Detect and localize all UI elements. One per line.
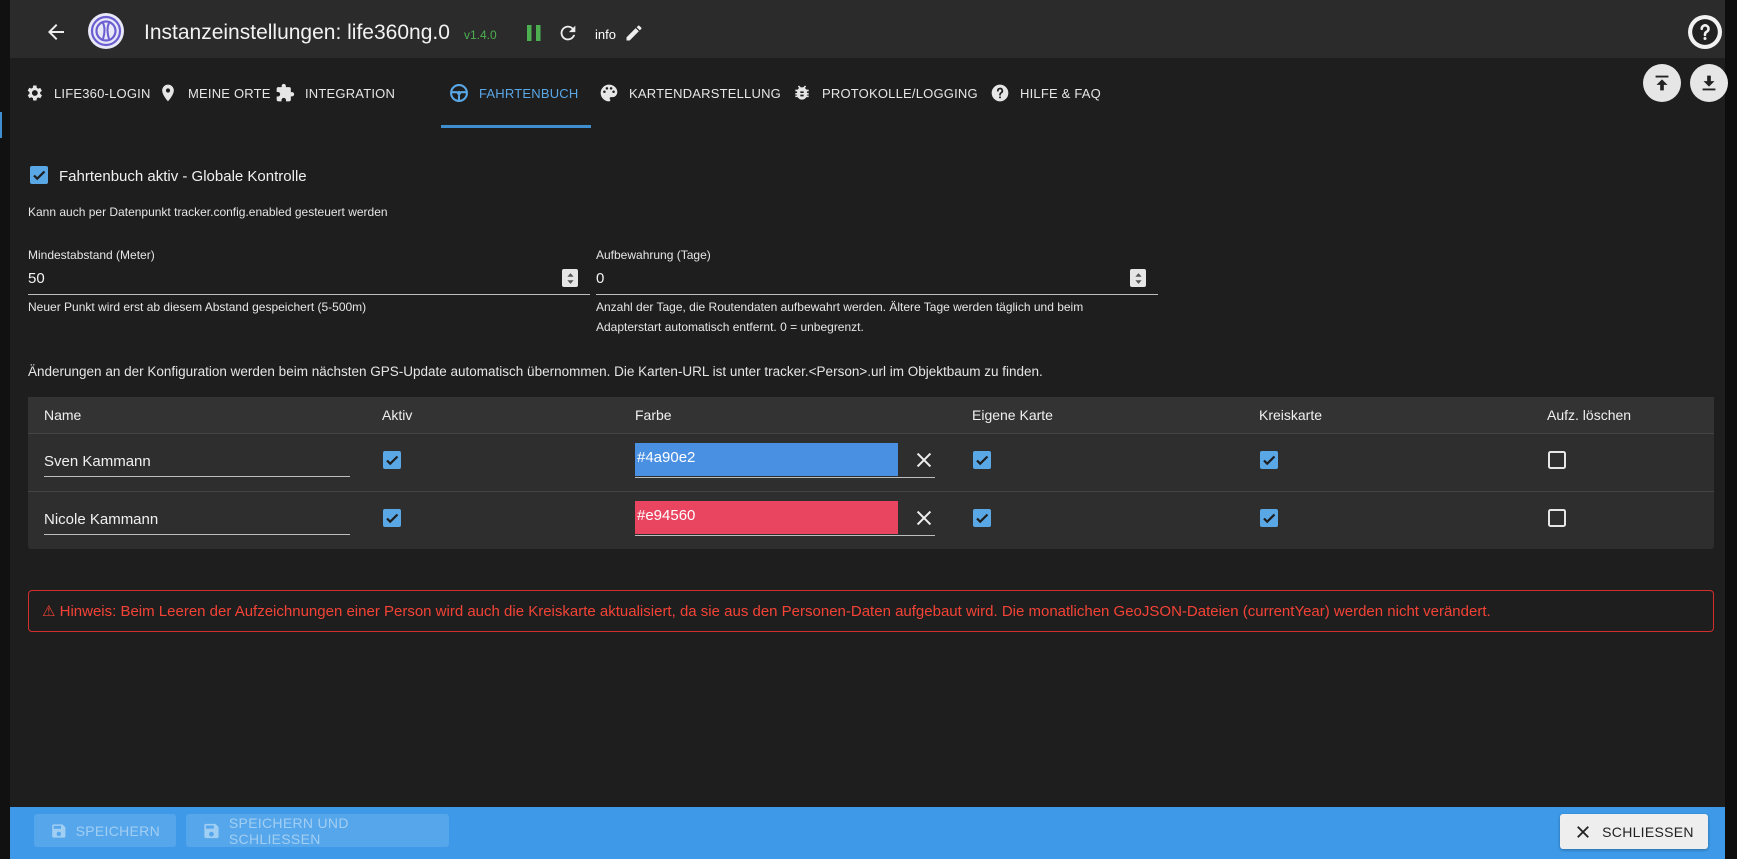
save-and-close-button[interactable]: SPEICHERN UND SCHLIESSEN bbox=[186, 814, 449, 847]
steering-wheel-icon bbox=[450, 84, 468, 102]
pause-icon[interactable] bbox=[525, 24, 543, 42]
info-label: info bbox=[595, 27, 616, 42]
tab-kartendarstellung[interactable]: KARTENDARSTELLUNG bbox=[599, 58, 781, 128]
person-name-input[interactable]: Sven Kammann bbox=[44, 453, 151, 470]
retention-label: Aufbewahrung (Tage) bbox=[596, 248, 711, 262]
name-underline bbox=[44, 476, 350, 477]
left-window-edge bbox=[0, 0, 10, 859]
tab-protokolle-logging[interactable]: PROTOKOLLE/LOGGING bbox=[792, 58, 978, 128]
color-input[interactable]: #4a90e2 bbox=[635, 443, 898, 476]
close-icon[interactable] bbox=[913, 449, 935, 471]
name-underline bbox=[44, 534, 350, 535]
column-header-name: Name bbox=[44, 407, 82, 423]
retention-help-line2: Adapterstart automatisch entfernt. 0 = u… bbox=[596, 320, 864, 334]
aktiv-checkbox[interactable] bbox=[382, 450, 402, 470]
distance-underline bbox=[28, 294, 590, 295]
kreiskarte-checkbox[interactable] bbox=[1259, 508, 1279, 528]
kreiskarte-checkbox[interactable] bbox=[1259, 450, 1279, 470]
config-notice: Änderungen an der Konfiguration werden b… bbox=[28, 364, 1043, 379]
retention-help-line1: Anzahl der Tage, die Routendaten aufbewa… bbox=[596, 300, 1084, 314]
retention-input[interactable]: 0 bbox=[596, 270, 604, 287]
download-config-button[interactable] bbox=[1690, 64, 1728, 102]
column-header-kreiskarte: Kreiskarte bbox=[1259, 407, 1323, 423]
upload-icon bbox=[1655, 75, 1669, 91]
help-circle-icon bbox=[991, 84, 1009, 102]
distance-label: Mindestabstand (Meter) bbox=[28, 248, 155, 262]
right-window-edge bbox=[1725, 0, 1737, 859]
gear-icon bbox=[27, 85, 42, 101]
eigene-karte-checkbox[interactable] bbox=[972, 450, 992, 470]
tab-label: KARTENDARSTELLUNG bbox=[629, 85, 781, 101]
version-label: v1.4.0 bbox=[464, 28, 497, 42]
distance-stepper[interactable] bbox=[562, 269, 578, 287]
close-icon[interactable] bbox=[913, 507, 935, 529]
aufz-loeschen-checkbox[interactable] bbox=[1547, 508, 1567, 528]
column-header-aufz-loeschen: Aufz. löschen bbox=[1547, 407, 1632, 423]
fahrtenbuch-active-label: Fahrtenbuch aktiv - Globale Kontrolle bbox=[59, 168, 307, 185]
help-circle-icon bbox=[1692, 19, 1718, 45]
stepper-arrows-icon bbox=[1134, 272, 1142, 284]
column-header-farbe: Farbe bbox=[635, 407, 672, 423]
tab-life360-login[interactable]: LIFE360-LOGIN bbox=[24, 58, 151, 128]
save-button[interactable]: SPEICHERN bbox=[34, 814, 176, 847]
pencil-icon[interactable] bbox=[624, 23, 644, 43]
tab-meine-orte[interactable]: MEINE ORTE bbox=[158, 58, 271, 128]
distance-help: Neuer Punkt wird erst ab diesem Abstand … bbox=[28, 300, 367, 314]
life360-logo-icon bbox=[88, 13, 124, 49]
table-row: Nicole Kammann #e94560 bbox=[28, 491, 1714, 549]
column-header-aktiv: Aktiv bbox=[382, 407, 413, 423]
download-icon bbox=[1702, 75, 1716, 91]
app-bar: Instanzeinstellungen: life360ng.0 v1.4.0… bbox=[10, 0, 1725, 58]
eigene-karte-checkbox[interactable] bbox=[972, 508, 992, 528]
column-header-eigene-karte: Eigene Karte bbox=[972, 407, 1053, 423]
bug-icon bbox=[795, 85, 809, 100]
close-button[interactable]: SCHLIESSEN bbox=[1560, 814, 1708, 849]
aufz-loeschen-checkbox[interactable] bbox=[1547, 450, 1567, 470]
close-icon bbox=[1577, 825, 1590, 838]
tab-label: FAHRTENBUCH bbox=[479, 85, 579, 101]
distance-input[interactable]: 50 bbox=[28, 270, 45, 287]
warning-alert: ⚠ Hinweis: Beim Leeren der Aufzeichnunge… bbox=[28, 590, 1714, 632]
tab-label: LIFE360-LOGIN bbox=[54, 85, 151, 101]
tab-label: INTEGRATION bbox=[305, 85, 396, 101]
color-underline bbox=[635, 477, 935, 478]
tab-integration[interactable]: INTEGRATION bbox=[275, 58, 395, 128]
persons-table: Name Aktiv Farbe Eigene Karte Kreiskarte… bbox=[28, 397, 1714, 549]
floppy-disk-icon bbox=[204, 823, 219, 838]
retention-underline bbox=[596, 294, 1158, 295]
tab-hilfe-faq[interactable]: HILFE & FAQ bbox=[990, 58, 1101, 128]
stepper-arrows-icon bbox=[566, 272, 574, 284]
instance-settings-dialog: Instanzeinstellungen: life360ng.0 v1.4.0… bbox=[10, 0, 1728, 859]
tab-fahrtenbuch[interactable]: FAHRTENBUCH bbox=[449, 58, 578, 128]
tab-bar: LIFE360-LOGIN MEINE ORTE INTEGRATION FAH… bbox=[10, 58, 1725, 128]
tab-label: MEINE ORTE bbox=[188, 85, 271, 101]
retention-stepper[interactable] bbox=[1130, 269, 1146, 287]
edge-marker bbox=[0, 112, 2, 138]
tab-label: HILFE & FAQ bbox=[1020, 85, 1101, 101]
reload-icon[interactable] bbox=[557, 22, 579, 44]
fahrtenbuch-active-description: Kann auch per Datenpunkt tracker.config.… bbox=[28, 205, 388, 219]
fahrtenbuch-active-checkbox[interactable] bbox=[29, 165, 49, 185]
color-underline bbox=[635, 535, 935, 536]
upload-config-button[interactable] bbox=[1643, 64, 1681, 102]
back-arrow-icon[interactable] bbox=[44, 20, 68, 44]
puzzle-icon bbox=[276, 83, 295, 102]
color-input[interactable]: #e94560 bbox=[635, 501, 898, 534]
palette-icon bbox=[600, 84, 618, 102]
page-title: Instanzeinstellungen: life360ng.0 bbox=[144, 21, 450, 44]
person-name-input[interactable]: Nicole Kammann bbox=[44, 511, 158, 528]
help-button[interactable] bbox=[1688, 15, 1722, 49]
footer-bar: SPEICHERN SPEICHERN UND SCHLIESSEN SCHLI… bbox=[10, 807, 1725, 859]
close-button-label: SCHLIESSEN bbox=[1602, 823, 1694, 840]
save-button-label: SPEICHERN bbox=[75, 822, 160, 839]
table-header: Name Aktiv Farbe Eigene Karte Kreiskarte… bbox=[28, 397, 1714, 433]
table-row: Sven Kammann #4a90e2 bbox=[28, 433, 1714, 491]
active-tab-indicator bbox=[441, 125, 591, 128]
aktiv-checkbox[interactable] bbox=[382, 508, 402, 528]
location-pin-icon bbox=[162, 84, 174, 102]
floppy-disk-icon bbox=[52, 823, 66, 838]
tab-label: PROTOKOLLE/LOGGING bbox=[822, 85, 978, 101]
save-and-close-label: SPEICHERN UND SCHLIESSEN bbox=[228, 814, 349, 847]
